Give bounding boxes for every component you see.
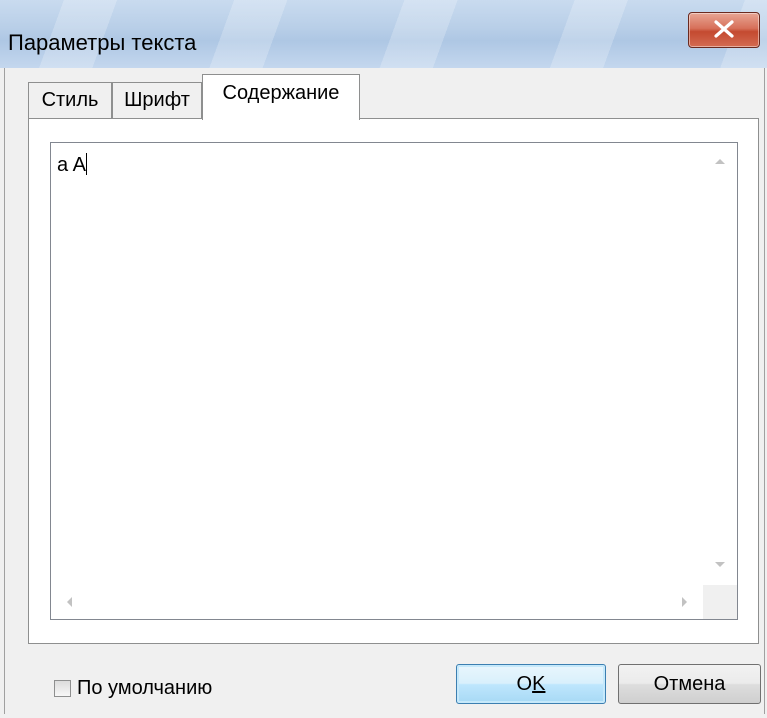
default-checkbox-label[interactable]: По умолчанию	[77, 677, 212, 700]
tab-content[interactable]: Содержание	[202, 74, 360, 120]
ok-accelerator-letter: K	[532, 673, 546, 695]
tab-font[interactable]: Шрифт	[112, 82, 202, 118]
scroll-up-arrow-icon[interactable]	[715, 159, 725, 164]
scrollbar-corner	[703, 585, 737, 619]
default-checkbox-row[interactable]: По умолчанию	[54, 676, 212, 700]
scroll-right-arrow-icon[interactable]	[682, 597, 687, 607]
horizontal-scrollbar[interactable]	[51, 585, 703, 619]
close-button[interactable]	[688, 12, 760, 48]
text-parameters-dialog: Параметры текста Стиль Шрифт Содержание …	[0, 0, 767, 718]
content-textarea[interactable]: a A	[50, 142, 738, 620]
content-text-value: a A	[57, 154, 86, 176]
default-checkbox[interactable]	[54, 679, 71, 697]
scroll-down-arrow-icon[interactable]	[715, 562, 725, 567]
close-icon	[714, 20, 734, 38]
title-bar[interactable]: Параметры текста	[0, 0, 767, 68]
ok-button[interactable]: OK	[456, 664, 606, 704]
vertical-scrollbar[interactable]	[703, 143, 737, 585]
scroll-left-arrow-icon[interactable]	[67, 597, 72, 607]
text-caret	[85, 153, 87, 175]
content-text: a A	[57, 153, 87, 177]
cancel-button[interactable]: Отмена	[618, 664, 761, 704]
tab-style[interactable]: Стиль	[28, 82, 112, 118]
window-title: Параметры текста	[8, 30, 197, 55]
